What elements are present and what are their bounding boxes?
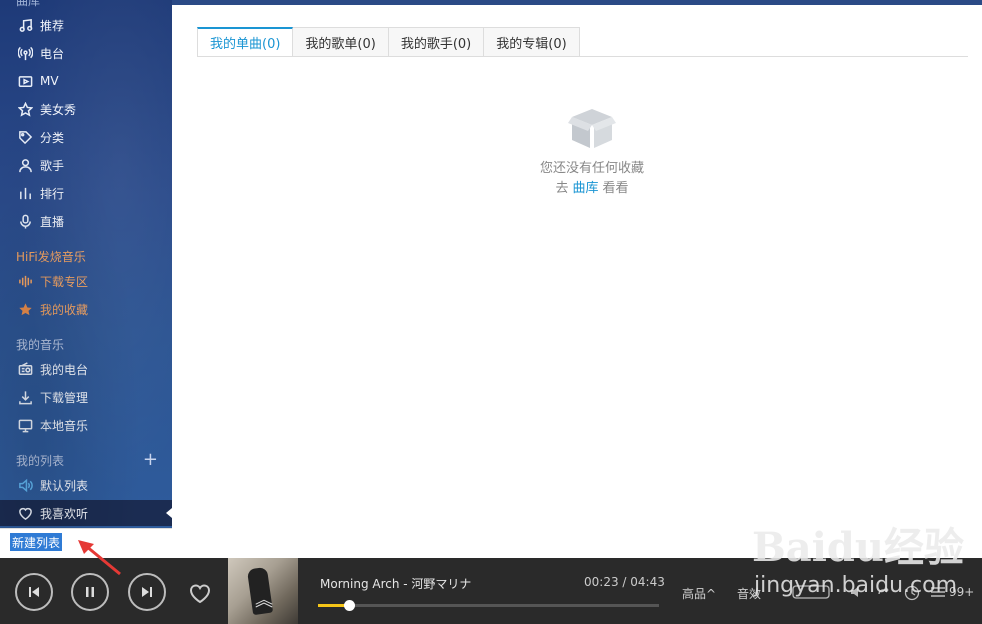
go-suffix: 看看 — [602, 181, 629, 196]
sidebar-item-label: 歌手 — [40, 158, 65, 173]
sidebar-item-my-radio[interactable]: 我的电台 — [0, 356, 172, 382]
tab-my-singers[interactable]: 我的歌手(0) — [388, 27, 485, 57]
previous-button[interactable] — [15, 573, 53, 611]
heart-icon — [16, 505, 34, 521]
star-outline-icon — [16, 101, 34, 117]
video-icon — [16, 73, 34, 89]
sound-effect-button[interactable]: 音效 — [737, 585, 761, 602]
add-list-button[interactable]: + — [143, 451, 158, 469]
volume-button[interactable] — [850, 585, 866, 599]
sidebar-item-label: 电台 — [40, 46, 65, 61]
sidebar-item-label: 直播 — [40, 214, 65, 229]
go-prefix: 去 — [555, 181, 569, 196]
progress-bar[interactable] — [318, 600, 659, 611]
empty-box-icon — [568, 105, 616, 151]
sidebar-item-label: 下载管理 — [40, 390, 89, 405]
lyrics-icon — [792, 585, 830, 599]
sidebar-item-label: 美女秀 — [40, 102, 77, 117]
download-icon — [16, 389, 34, 405]
quality-selector[interactable]: 高品^ — [682, 585, 716, 602]
radio-icon — [16, 361, 34, 377]
sidebar-item-label: 分类 — [40, 130, 65, 145]
sidebar-item-radio[interactable]: 电台 — [0, 40, 172, 66]
total-time: 04:43 — [630, 575, 665, 589]
sidebar-item-label: 排行 — [40, 186, 65, 201]
empty-state: 您还没有任何收藏 去曲库 看看 — [512, 105, 672, 199]
sidebar-item-label: 默认列表 — [40, 478, 89, 493]
sidebar-item-my-favorites[interactable]: 我的收藏 — [0, 296, 172, 322]
new-list-name-input[interactable] — [10, 533, 62, 551]
microphone-icon — [16, 213, 34, 229]
person-icon — [16, 157, 34, 173]
sidebar-item-label: 推荐 — [40, 18, 65, 33]
speaker-icon — [16, 477, 34, 493]
skip-back-icon — [29, 587, 39, 597]
playlist-count: 99+ — [949, 585, 975, 599]
sidebar-item-label: 我喜欢听 — [40, 506, 89, 521]
tab-my-albums[interactable]: 我的专辑(0) — [484, 27, 580, 57]
sidebar-item-download-zone[interactable]: 下载专区 — [0, 268, 172, 294]
now-playing-title: Morning Arch - 河野マリナ — [320, 577, 472, 591]
skip-forward-icon — [142, 587, 152, 597]
bars-icon — [16, 185, 34, 201]
sidebar-item-default-list[interactable]: 默认列表 — [0, 472, 172, 498]
sidebar-item-label: MV — [40, 74, 59, 88]
radio-tower-icon — [16, 45, 34, 61]
tab-my-playlists[interactable]: 我的歌单(0) — [293, 27, 389, 57]
progress-handle[interactable] — [343, 600, 355, 611]
tag-icon — [16, 129, 34, 145]
sidebar-item-recommend[interactable]: 推荐 — [0, 12, 172, 38]
sidebar-item-label: 本地音乐 — [40, 418, 89, 433]
sidebar-item-label: 我的收藏 — [40, 302, 89, 317]
timer-button[interactable] — [904, 585, 920, 601]
next-button[interactable] — [128, 573, 166, 611]
sidebar-item-i-like[interactable]: 我喜欢听 — [0, 500, 172, 526]
album-cover[interactable]: ︽ — [228, 558, 298, 624]
heart-outline-icon — [190, 584, 210, 604]
star-filled-icon — [16, 301, 34, 317]
sidebar-item-local-music[interactable]: 本地音乐 — [0, 412, 172, 438]
sidebar-item-label: 我的电台 — [40, 362, 89, 377]
empty-go-hint: 去曲库 看看 — [512, 179, 672, 199]
lyrics-toggle[interactable] — [792, 585, 830, 599]
like-button[interactable] — [188, 582, 212, 604]
section-header-my-lists: 我的列表 — [16, 454, 65, 468]
section-header-hifi: HiFi发烧音乐 — [16, 250, 86, 264]
list-icon — [931, 587, 945, 597]
section-header-library: 曲库 — [16, 0, 41, 8]
library-link[interactable]: 曲库 — [572, 181, 598, 196]
expand-up-icon: ︽ — [255, 590, 273, 611]
clock-icon — [904, 585, 920, 601]
volume-icon — [851, 587, 858, 597]
sidebar-item-label: 下载专区 — [40, 274, 89, 289]
pause-icon — [86, 587, 94, 597]
section-header-my-music: 我的音乐 — [16, 338, 65, 352]
waveform-icon — [16, 273, 34, 289]
sidebar-item-ranking[interactable]: 排行 — [0, 180, 172, 206]
main-panel: 我的单曲(0) 我的歌单(0) 我的歌手(0) 我的专辑(0) 您还没有任何收藏… — [172, 5, 982, 558]
sidebar: 曲库 推荐 电台 MV 美女秀 分类 歌手 排行 直播 HiFi发烧音乐 下载专… — [0, 0, 172, 558]
empty-message: 您还没有任何收藏 — [539, 161, 644, 176]
playlist-button[interactable] — [930, 585, 946, 599]
player-bar: ︽ Morning Arch - 河野マリナ 00:23 / 04:43 高品^… — [0, 558, 982, 624]
sidebar-item-beauty-show[interactable]: 美女秀 — [0, 96, 172, 122]
sidebar-item-live[interactable]: 直播 — [0, 208, 172, 234]
loop-icon — [878, 587, 889, 595]
tab-divider — [197, 56, 968, 57]
elapsed-time: 00:23 — [584, 575, 619, 589]
sidebar-item-download-manager[interactable]: 下载管理 — [0, 384, 172, 410]
sidebar-item-mv[interactable]: MV — [0, 68, 172, 94]
music-note-icon — [16, 17, 34, 33]
favorites-tabs: 我的单曲(0) 我的歌单(0) 我的歌手(0) 我的专辑(0) — [197, 27, 580, 57]
sidebar-item-category[interactable]: 分类 — [0, 124, 172, 150]
annotation-arrow — [78, 540, 121, 576]
loop-mode-button[interactable] — [876, 585, 892, 599]
tab-my-songs[interactable]: 我的单曲(0) — [197, 27, 294, 57]
monitor-icon — [16, 417, 34, 433]
sidebar-item-singer[interactable]: 歌手 — [0, 152, 172, 178]
playback-time: 00:23 / 04:43 — [584, 575, 665, 589]
